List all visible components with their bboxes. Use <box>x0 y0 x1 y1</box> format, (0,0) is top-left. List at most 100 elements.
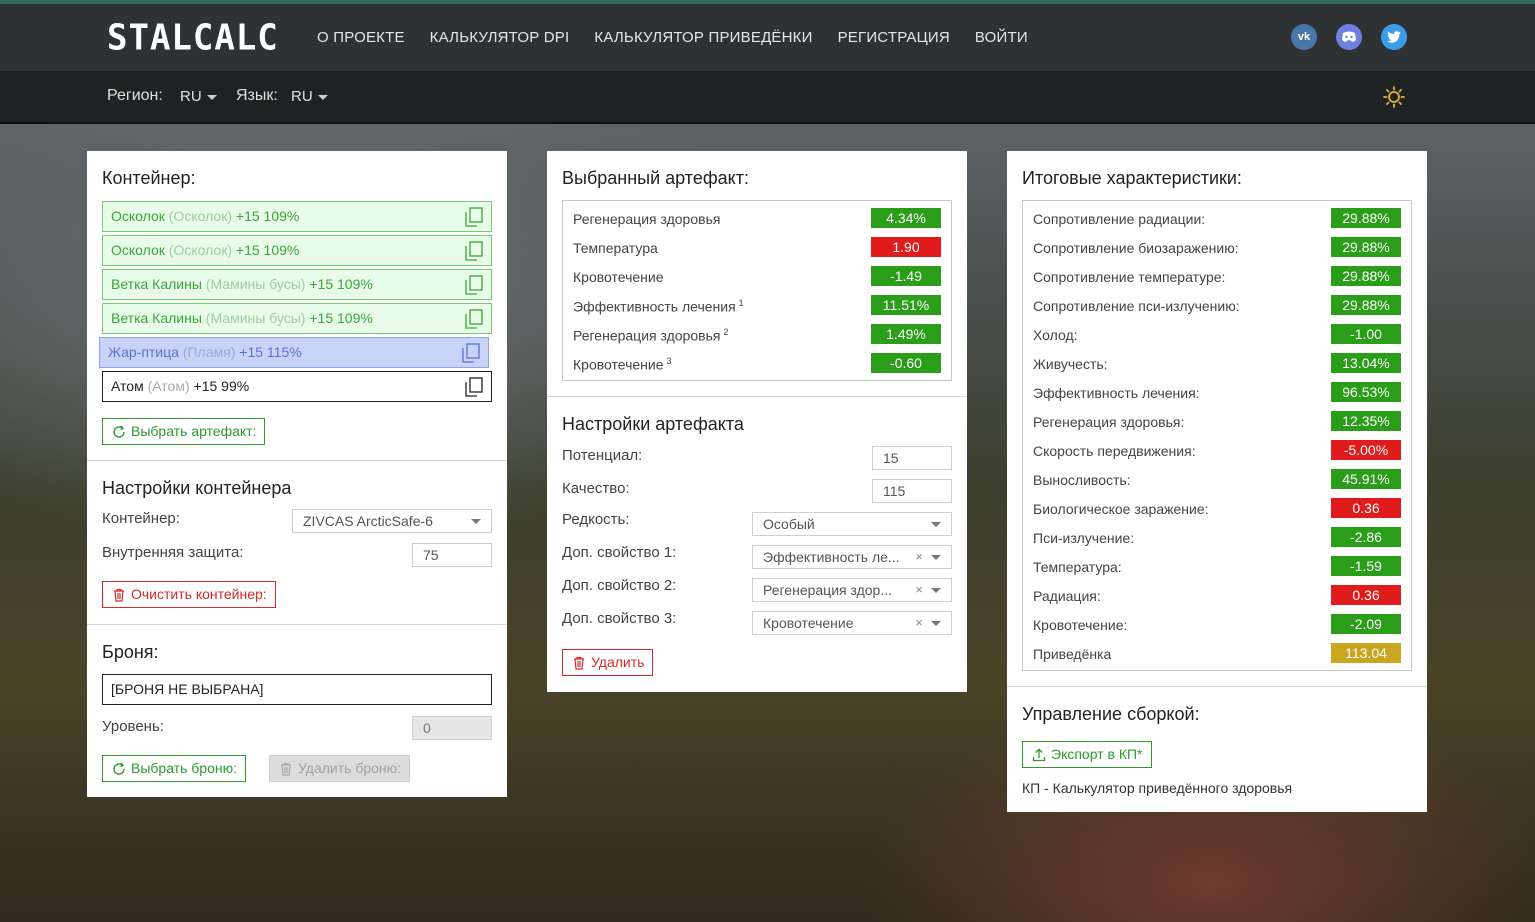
chevron-down-icon <box>931 621 941 626</box>
vk-icon[interactable]: vk <box>1291 24 1317 50</box>
discord-icon[interactable] <box>1336 24 1362 50</box>
artifact-level: +15 109% <box>235 242 300 258</box>
theme-toggle-sun-icon[interactable] <box>1383 86 1405 108</box>
site-logo[interactable]: STALCALC <box>107 19 279 57</box>
copy-icon[interactable] <box>465 207 483 227</box>
artifact-subname: (Мамины бусы) <box>205 310 306 326</box>
artifact-slot[interactable]: Осколок (Осколок) +15 109% <box>102 235 492 266</box>
result-stat-value: 29.88% <box>1331 208 1401 228</box>
delete-artifact-button[interactable]: Удалить <box>562 649 654 676</box>
stat-label-text: Регенерация здоровья <box>573 211 721 227</box>
clear-icon[interactable]: × <box>915 579 923 601</box>
result-stat-label: Радиация: <box>1033 588 1101 604</box>
container-select-value: ZIVCAS ArcticSafe-6 <box>303 513 433 529</box>
prop2-select[interactable]: Регенерация здор... × <box>752 578 952 602</box>
chevron-down-icon <box>206 94 217 100</box>
armor-slot[interactable]: [БРОНЯ НЕ ВЫБРАНА] <box>102 674 492 705</box>
region-language-bar: Регион: RU Язык: RU <box>0 71 1535 124</box>
clear-container-label: Очистить контейнер: <box>131 586 267 602</box>
artifact-name: Осколок <box>111 208 165 224</box>
copy-icon[interactable] <box>465 309 483 329</box>
prop1-select[interactable]: Эффективность ле... × <box>752 545 952 569</box>
footnote: КП - Калькулятор приведённого здоровья <box>1022 780 1293 796</box>
result-stat-label: Эффективность лечения: <box>1033 385 1200 401</box>
divider <box>547 396 967 397</box>
region-select[interactable]: RU <box>180 88 217 105</box>
delete-armor-label: Удалить броню: <box>298 760 402 776</box>
twitter-icon[interactable] <box>1381 24 1407 50</box>
divider <box>87 460 507 461</box>
artifact-level: +15 115% <box>239 344 302 360</box>
result-stat-value: 0.36 <box>1331 498 1401 518</box>
prop2-select-value: Регенерация здор... <box>763 582 893 598</box>
artifact-slot[interactable]: Ветка Калины (Мамины бусы) +15 109% <box>102 269 492 300</box>
artifact-slot[interactable]: Ветка Калины (Мамины бусы) +15 109% <box>102 303 492 334</box>
result-stat-value: -5.00% <box>1331 440 1401 460</box>
stat-value: 1.49% <box>871 324 941 344</box>
result-stat-value: 12.35% <box>1331 411 1401 431</box>
potential-input[interactable]: 15 <box>872 446 952 470</box>
rarity-select[interactable]: Особый <box>752 512 952 536</box>
export-label: Экспорт в КП* <box>1051 746 1143 762</box>
select-armor-button[interactable]: Выбрать броню: <box>102 755 246 782</box>
result-stat-label: Сопротивление температуре: <box>1033 269 1226 285</box>
artifact-slot[interactable]: Атом (Атом) +15 99% <box>102 371 492 402</box>
result-stat-value: 96.53% <box>1331 382 1401 402</box>
stat-label: Кровотечение 3 <box>573 356 672 373</box>
nav-link-register[interactable]: РЕГИСТРАЦИЯ <box>838 29 950 46</box>
stat-label-text: Эффективность лечения <box>573 298 736 315</box>
artifact-level: +15 109% <box>235 208 300 224</box>
nav-link-dpi-calc[interactable]: КАЛЬКУЛЯТОР DPI <box>430 29 570 46</box>
divider <box>87 624 507 625</box>
armor-title: Броня: <box>102 642 159 662</box>
select-artifact-label: Выбрать артефакт: <box>131 423 257 439</box>
artifact-level: +15 99% <box>193 378 250 394</box>
inner-protection-input[interactable]: 75 <box>412 543 492 567</box>
select-artifact-button[interactable]: Выбрать артефакт: <box>102 418 266 445</box>
armor-level-input[interactable]: 0 <box>412 716 492 740</box>
clear-icon[interactable]: × <box>915 546 923 568</box>
result-stat-value: -2.86 <box>1331 527 1401 547</box>
language-label: Язык: <box>236 87 278 104</box>
export-button[interactable]: Экспорт в КП* <box>1022 741 1152 768</box>
artifact-name: Осколок <box>111 242 165 258</box>
nav-links: О ПРОЕКТЕ КАЛЬКУЛЯТОР DPI КАЛЬКУЛЯТОР ПР… <box>317 29 1053 46</box>
clear-icon[interactable]: × <box>915 612 923 634</box>
upload-icon <box>1032 748 1046 762</box>
navbar: STALCALC О ПРОЕКТЕ КАЛЬКУЛЯТОР DPI КАЛЬК… <box>0 4 1535 71</box>
artifact-stats-table: Регенерация здоровья 4.34% Температура 1… <box>562 200 952 381</box>
copy-icon[interactable] <box>462 343 480 363</box>
quality-input[interactable]: 115 <box>872 479 952 503</box>
delete-armor-button[interactable]: Удалить броню: <box>269 755 411 782</box>
footnote-marker: 2 <box>723 327 729 337</box>
result-stat-label: Выносливость: <box>1033 472 1131 488</box>
nav-link-about[interactable]: О ПРОЕКТЕ <box>317 29 405 46</box>
copy-icon[interactable] <box>465 241 483 261</box>
result-stat-label: Сопротивление пси-излучению: <box>1033 298 1240 314</box>
container-select[interactable]: ZIVCAS ArcticSafe-6 <box>292 509 492 533</box>
select-armor-label: Выбрать броню: <box>131 760 237 776</box>
result-stat-label: Холод: <box>1033 327 1078 343</box>
refresh-icon <box>113 425 125 438</box>
language-select[interactable]: RU <box>291 88 328 105</box>
stat-label: Кровотечение <box>573 269 663 285</box>
potential-label: Потенциал: <box>562 447 643 464</box>
selected-artifact-title: Выбранный артефакт: <box>562 168 749 188</box>
artifact-slot-selected[interactable]: Жар-птица (Пламя) +15 115% <box>99 337 489 368</box>
quality-label: Качество: <box>562 480 630 497</box>
artifact-slot[interactable]: Осколок (Осколок) +15 109% <box>102 201 492 232</box>
copy-icon[interactable] <box>465 275 483 295</box>
stat-value: 4.34% <box>871 208 941 228</box>
region-label: Регион: <box>107 87 163 104</box>
result-stat-label: Кровотечение: <box>1033 617 1128 633</box>
clear-container-button[interactable]: Очистить контейнер: <box>102 581 276 608</box>
copy-icon[interactable] <box>465 377 483 397</box>
artifact-level: +15 109% <box>309 310 373 326</box>
nav-link-login[interactable]: ВОЙТИ <box>975 29 1028 46</box>
result-stat-value: 29.88% <box>1331 237 1401 257</box>
prop3-select[interactable]: Кровотечение × <box>752 611 952 635</box>
nav-link-ehp-calc[interactable]: КАЛЬКУЛЯТОР ПРИВЕДЁНКИ <box>594 29 812 46</box>
artifact-name: Жар-птица <box>108 344 179 360</box>
container-title: Контейнер: <box>102 168 196 188</box>
stat-label: Температура <box>573 240 658 256</box>
